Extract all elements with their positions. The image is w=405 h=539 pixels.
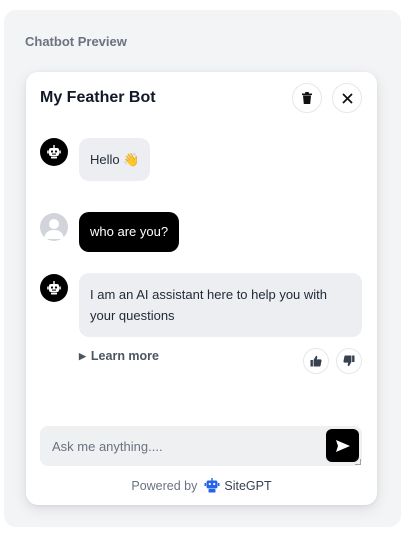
learn-more-label: Learn more: [90, 349, 160, 363]
sitegpt-logo-icon: [204, 478, 220, 493]
powered-by-footer: Powered by SiteGPT: [26, 478, 377, 493]
thumbs-down-icon: [343, 355, 355, 367]
thumbs-down-button[interactable]: [336, 348, 362, 374]
message-composer: [40, 426, 362, 466]
user-icon: [44, 219, 64, 239]
trash-icon: [302, 92, 312, 104]
send-icon: [335, 439, 350, 452]
user-avatar: [40, 213, 68, 241]
robot-icon: [47, 145, 61, 159]
learn-more-toggle[interactable]: ▶ Learn more: [79, 349, 159, 363]
caret-right-icon: ▶: [79, 350, 86, 361]
powered-by-brand[interactable]: SiteGPT: [224, 479, 271, 493]
bot-message: Hello 👋: [79, 138, 151, 181]
resize-handle[interactable]: [355, 459, 361, 465]
close-icon: [342, 93, 352, 103]
bot-message: I am an AI assistant here to help you wi…: [79, 273, 362, 337]
chat-window: My Feather Bot Hello 👋 who are you? I am…: [26, 72, 377, 505]
user-message: who are you?: [79, 212, 180, 252]
thumbs-up-button[interactable]: [303, 348, 329, 374]
bot-avatar: [40, 138, 68, 166]
send-button[interactable]: [326, 429, 359, 462]
bot-name-title: My Feather Bot: [40, 89, 156, 106]
robot-icon: [47, 281, 61, 295]
bot-avatar: [40, 274, 68, 302]
powered-by-label: Powered by: [131, 478, 198, 493]
thumbs-up-icon: [310, 355, 322, 367]
preview-title: Chatbot Preview: [25, 34, 127, 49]
chat-input[interactable]: [40, 426, 320, 466]
close-chat-button[interactable]: [332, 83, 362, 113]
clear-chat-button[interactable]: [292, 83, 322, 113]
